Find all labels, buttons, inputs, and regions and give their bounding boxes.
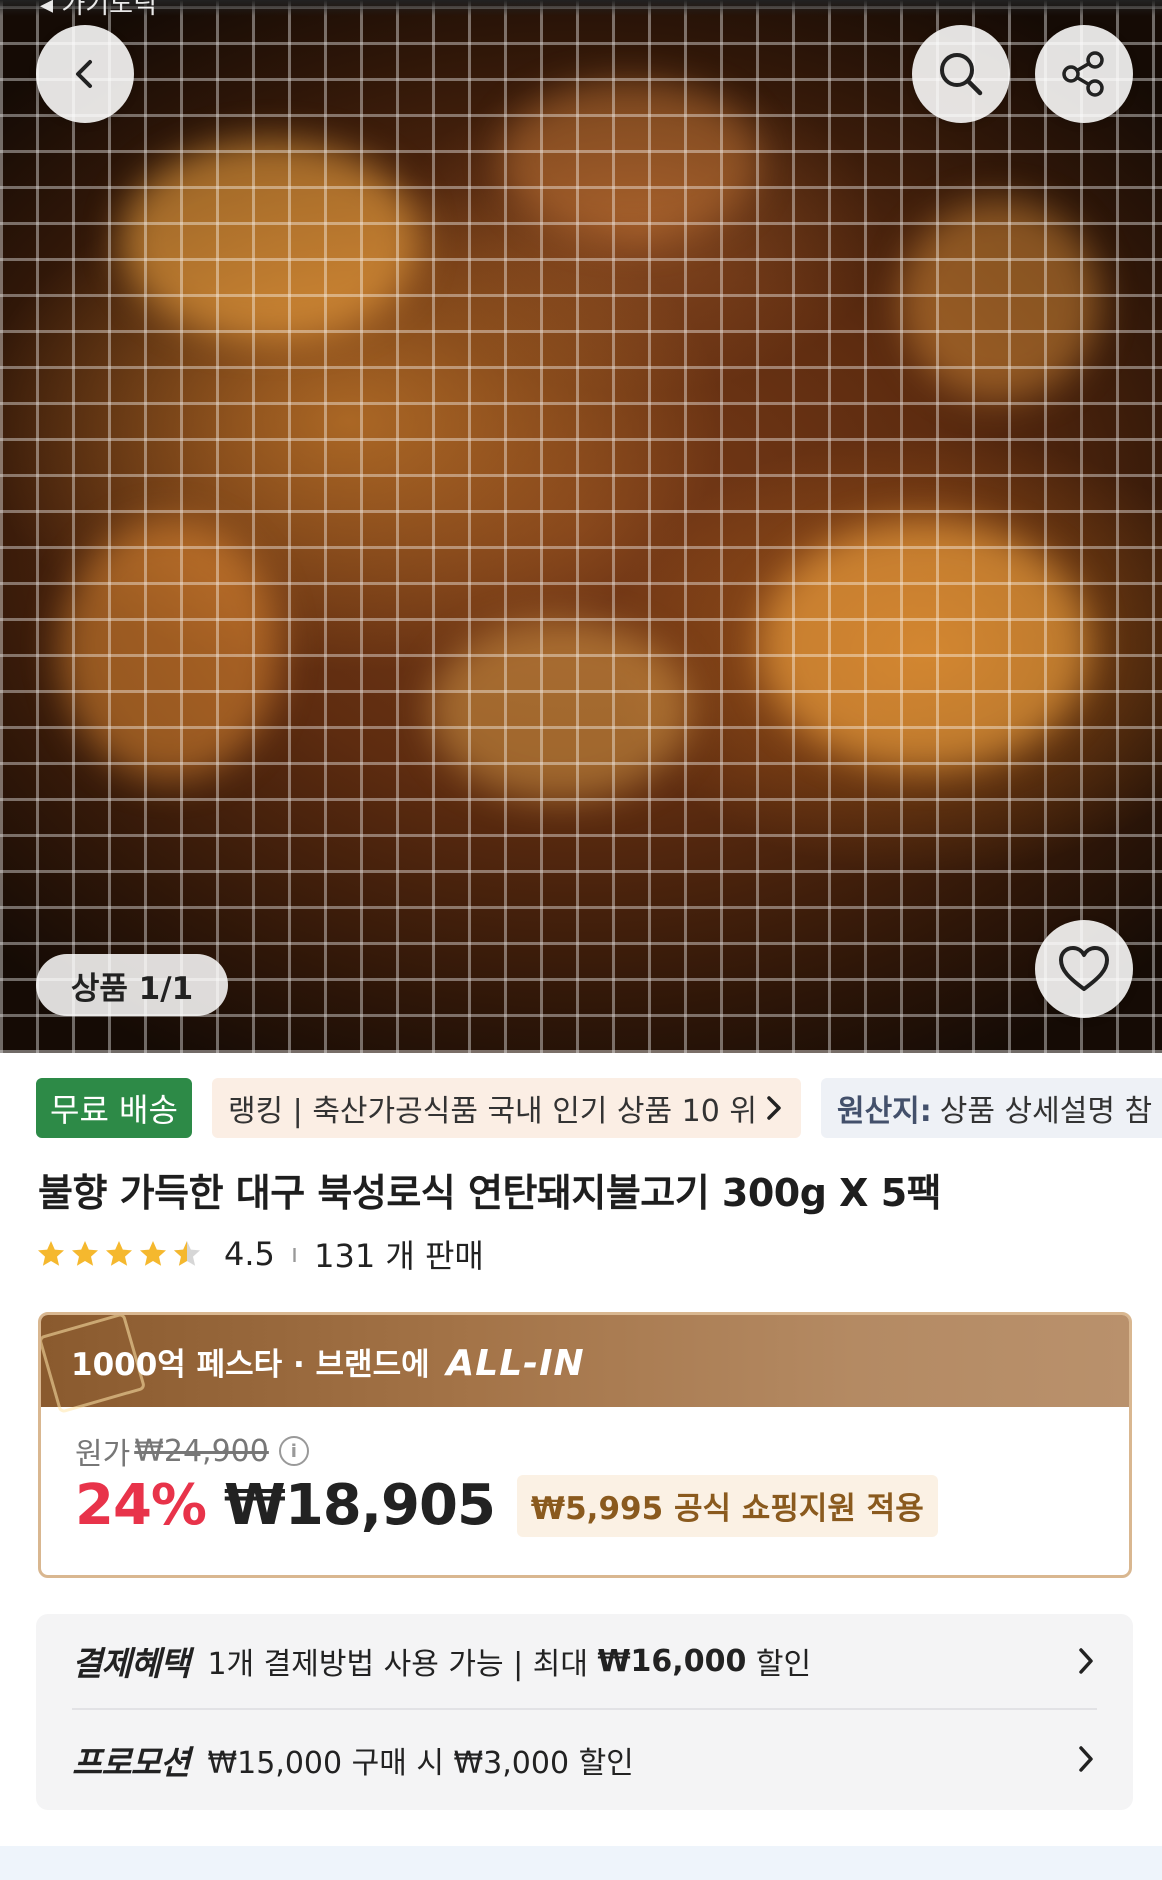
payment-benefit-row[interactable]: 결제혜택 1개 결제방법 사용 가능 | 최대 ₩16,000 할인 bbox=[72, 1614, 1097, 1710]
origin-value: 상품 상세설명 참 bbox=[939, 1094, 1153, 1129]
product-title: 불향 가득한 대구 북성로식 연탄돼지불고기 300g X 5팩 bbox=[38, 1171, 942, 1215]
free-shipping-badge: 무료 배송 bbox=[36, 1078, 192, 1138]
info-icon[interactable]: i bbox=[278, 1436, 309, 1466]
product-image[interactable]: ◂ 가기노딕 상품 1/1 bbox=[0, 0, 1162, 1053]
original-price-label: 원가 bbox=[75, 1437, 131, 1472]
rating-value: 4.5 bbox=[224, 1235, 275, 1273]
payment-benefit-amount: ₩16,000 bbox=[597, 1643, 747, 1679]
origin-badge: 원산지: 상품 상세설명 참 bbox=[820, 1078, 1162, 1138]
back-chevron-icon bbox=[76, 60, 92, 88]
back-button[interactable] bbox=[36, 25, 134, 123]
benefits-card: 결제혜택 1개 결제방법 사용 가능 | 최대 ₩16,000 할인 프로모션 … bbox=[36, 1614, 1133, 1810]
product-page: ◂ 가기노딕 상품 1/1 무료 배송 랭킹 | 축산가공식품 국내 인기 상품… bbox=[0, 0, 1162, 1880]
original-price: ₩24,900 bbox=[134, 1433, 269, 1469]
share-icon bbox=[1062, 51, 1104, 97]
status-bar-shade bbox=[0, 0, 1162, 16]
banner-allin: ALL-IN bbox=[446, 1342, 585, 1384]
sale-price-row: 24% ₩18,905 ₩5,995 공식 쇼핑지원 적용 bbox=[75, 1473, 938, 1538]
payment-benefit-text-1: 1개 결제방법 사용 가능 | 최대 bbox=[207, 1647, 598, 1682]
star-icon bbox=[38, 1241, 64, 1266]
ranking-text: 랭킹 | 축산가공식품 국내 인기 상품 10 위 bbox=[227, 1094, 757, 1129]
banner-text: 1000억 페스타 · 브랜드에 ALL-IN bbox=[71, 1339, 585, 1384]
original-price-row: 원가 ₩24,900 i bbox=[75, 1429, 309, 1473]
shopping-support-badge: ₩5,995 공식 쇼핑지원 적용 bbox=[516, 1474, 938, 1537]
promo-banner[interactable]: 1000억 페스타 · 브랜드에 ALL-IN bbox=[41, 1315, 1129, 1414]
tag-row: 무료 배송 랭킹 | 축산가공식품 국내 인기 상품 10 위 원산지: 상품 … bbox=[36, 1078, 1162, 1138]
payment-benefit-label: 결제혜택 bbox=[72, 1644, 190, 1683]
star-icon bbox=[72, 1241, 98, 1266]
banner-brand: 브랜드에 bbox=[315, 1346, 430, 1383]
like-button[interactable] bbox=[1035, 920, 1133, 1018]
banner-prefix: 1000억 페스타 · bbox=[71, 1346, 305, 1383]
payment-benefit-text-2: 할인 bbox=[746, 1647, 812, 1682]
star-icon bbox=[140, 1241, 166, 1266]
heart-icon bbox=[1059, 946, 1109, 991]
share-button[interactable] bbox=[1035, 25, 1133, 123]
image-counter: 상품 1/1 bbox=[36, 954, 228, 1016]
chevron-right-icon bbox=[1079, 1746, 1093, 1772]
chevron-right-icon bbox=[767, 1096, 781, 1120]
search-icon bbox=[940, 53, 983, 96]
promotion-row[interactable]: 프로모션 ₩15,000 구매 시 ₩3,000 할인 bbox=[72, 1712, 1097, 1808]
sales-count: 131 개 판매 bbox=[314, 1237, 484, 1275]
promotion-text: ₩15,000 구매 시 ₩3,000 할인 bbox=[207, 1746, 634, 1781]
promotion-label: 프로모션 bbox=[72, 1743, 190, 1782]
discount-rate: 24% bbox=[75, 1473, 207, 1538]
rating-separator: ı bbox=[290, 1239, 299, 1269]
price-box: 1000억 페스타 · 브랜드에 ALL-IN 원가 ₩24,900 i 24%… bbox=[38, 1312, 1132, 1578]
next-section-edge bbox=[0, 1846, 1162, 1880]
search-button[interactable] bbox=[912, 25, 1010, 123]
half-star-icon bbox=[174, 1241, 200, 1266]
origin-label: 원산지: bbox=[836, 1094, 932, 1129]
grill-grate bbox=[0, 0, 1162, 1053]
ranking-badge[interactable]: 랭킹 | 축산가공식품 국내 인기 상품 10 위 bbox=[211, 1078, 801, 1138]
rating-row[interactable]: 4.5 ı 131 개 판매 bbox=[36, 1232, 484, 1276]
chevron-right-icon bbox=[1079, 1648, 1093, 1674]
star-icon bbox=[106, 1241, 132, 1266]
sale-price: ₩18,905 bbox=[224, 1473, 496, 1538]
star-rating bbox=[36, 1239, 202, 1269]
status-bar-text: ◂ 가기노딕 bbox=[40, 0, 157, 20]
